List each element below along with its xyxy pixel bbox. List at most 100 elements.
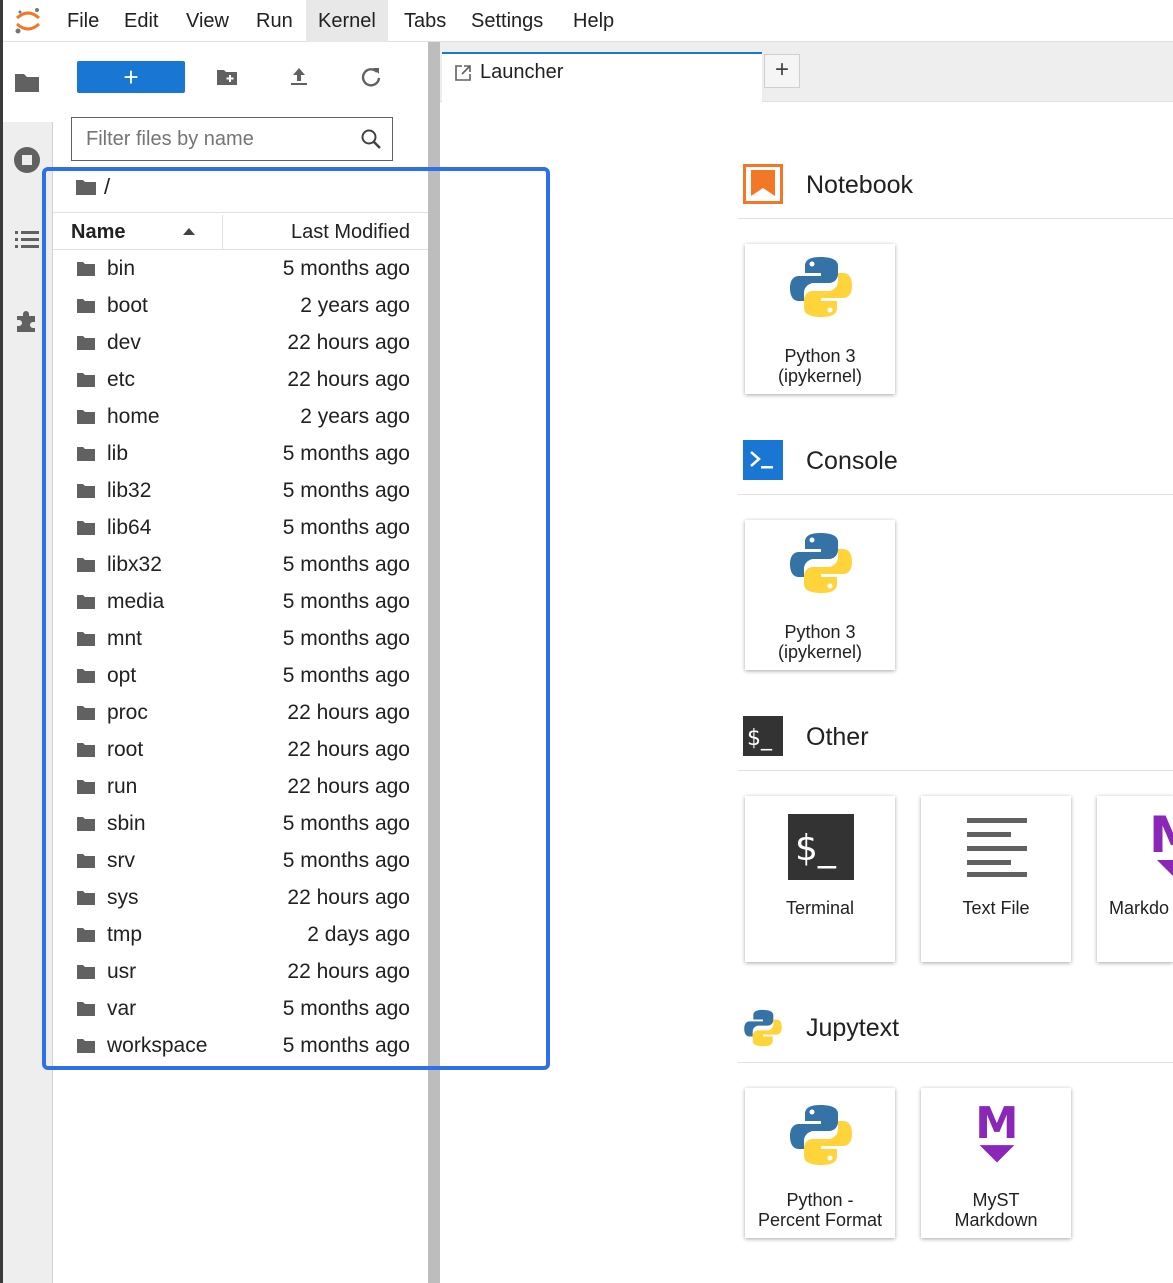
- file-row[interactable]: run 22 hours ago: [53, 768, 428, 805]
- file-last-modified: 5 months ago: [282, 479, 410, 502]
- column-divider[interactable]: [222, 215, 223, 249]
- menu-file[interactable]: File: [55, 0, 111, 42]
- file-name: lib32: [107, 479, 152, 502]
- card-label: Python 3 (ipykernel): [777, 346, 863, 386]
- file-name: root: [107, 738, 144, 761]
- file-row[interactable]: root 22 hours ago: [53, 731, 428, 768]
- file-name: mnt: [107, 627, 143, 650]
- file-row[interactable]: usr 22 hours ago: [53, 953, 428, 990]
- extension-manager-icon[interactable]: [13, 306, 41, 334]
- new-folder-icon[interactable]: [215, 65, 239, 89]
- file-row[interactable]: mnt 5 months ago: [53, 620, 428, 657]
- folder-icon: [77, 965, 95, 979]
- file-last-modified: 2 years ago: [300, 294, 410, 317]
- file-row[interactable]: srv 5 months ago: [53, 842, 428, 879]
- file-row[interactable]: dev 22 hours ago: [53, 324, 428, 361]
- file-last-modified: 5 months ago: [282, 553, 410, 576]
- file-row[interactable]: sys 22 hours ago: [53, 879, 428, 916]
- folder-icon: [77, 262, 95, 276]
- refresh-icon[interactable]: [359, 65, 383, 89]
- file-list: bin 5 months ago boot 2 years ago dev 22 hour…: [53, 250, 428, 1064]
- file-name: var: [107, 997, 137, 1020]
- file-row[interactable]: home 2 years ago: [53, 398, 428, 435]
- add-tab-button[interactable]: +: [764, 54, 800, 88]
- file-name: usr: [107, 960, 137, 983]
- console-python3-card[interactable]: Python 3 (ipykernel): [745, 520, 895, 670]
- file-name: workspace: [107, 1034, 208, 1057]
- panel-splitter[interactable]: [428, 42, 440, 1283]
- file-row[interactable]: lib32 5 months ago: [53, 472, 428, 509]
- search-icon: [361, 129, 381, 149]
- table-of-contents-icon[interactable]: [13, 226, 41, 254]
- file-row[interactable]: sbin 5 months ago: [53, 805, 428, 842]
- upload-icon[interactable]: [287, 65, 311, 89]
- file-last-modified: 22 hours ago: [287, 960, 410, 983]
- file-row[interactable]: opt 5 months ago: [53, 657, 428, 694]
- myst-markdown-card[interactable]: M MyST Markdown: [921, 1088, 1071, 1238]
- file-name: sbin: [107, 812, 146, 835]
- menu-edit[interactable]: Edit: [112, 0, 170, 42]
- running-sessions-icon[interactable]: [13, 146, 41, 174]
- section-divider: [738, 770, 1173, 771]
- file-row[interactable]: lib 5 months ago: [53, 435, 428, 472]
- file-row[interactable]: boot 2 years ago: [53, 287, 428, 324]
- jupytext-section-icon: [744, 1009, 782, 1047]
- console-section-icon: [743, 440, 783, 480]
- new-launcher-button[interactable]: +: [77, 61, 185, 93]
- file-last-modified: 5 months ago: [282, 516, 410, 539]
- text-file-card[interactable]: Text File: [921, 796, 1071, 962]
- breadcrumb-root[interactable]: /: [104, 172, 110, 202]
- file-last-modified: 5 months ago: [282, 1034, 410, 1057]
- markdown-icon: M: [1149, 808, 1173, 876]
- activity-bar: [3, 42, 53, 1283]
- file-last-modified: 22 hours ago: [287, 368, 410, 391]
- folder-icon: [77, 447, 95, 461]
- filter-files-input[interactable]: [86, 126, 356, 152]
- python-percent-format-card[interactable]: Python - Percent Format: [745, 1088, 895, 1238]
- folder-icon[interactable]: [75, 179, 97, 196]
- folder-icon: [77, 1039, 95, 1053]
- menu-settings[interactable]: Settings: [459, 0, 555, 42]
- file-row[interactable]: proc 22 hours ago: [53, 694, 428, 731]
- column-header-name[interactable]: Name: [71, 213, 125, 251]
- menu-kernel[interactable]: Kernel: [306, 0, 388, 42]
- file-name: sys: [107, 886, 139, 909]
- filter-box: [71, 117, 393, 161]
- file-row[interactable]: libx32 5 months ago: [53, 546, 428, 583]
- card-label: Python - Percent Format: [757, 1190, 883, 1230]
- folder-icon[interactable]: [13, 68, 41, 96]
- python-logo-icon: [790, 533, 852, 593]
- file-last-modified: 22 hours ago: [287, 775, 410, 798]
- file-name: srv: [107, 849, 135, 872]
- menu-tabs[interactable]: Tabs: [392, 0, 458, 42]
- file-row[interactable]: workspace 5 months ago: [53, 1027, 428, 1064]
- file-row[interactable]: media 5 months ago: [53, 583, 428, 620]
- notebook-section-icon: [743, 164, 783, 204]
- file-row[interactable]: tmp 2 days ago: [53, 916, 428, 953]
- tab-launcher[interactable]: Launcher: [442, 52, 762, 102]
- folder-icon: [77, 410, 95, 424]
- markdown-card[interactable]: M Markdo: [1097, 796, 1173, 962]
- menu-run[interactable]: Run: [244, 0, 305, 42]
- file-last-modified: 5 months ago: [282, 849, 410, 872]
- tab-bar: Launcher +: [440, 42, 1173, 102]
- file-row[interactable]: var 5 months ago: [53, 990, 428, 1027]
- menu-view[interactable]: View: [174, 0, 241, 42]
- file-last-modified: 5 months ago: [282, 442, 410, 465]
- sort-ascending-icon: [183, 228, 195, 235]
- jupytext-section-title: Jupytext: [806, 1014, 900, 1042]
- file-list-header: Name Last Modified: [53, 212, 428, 250]
- file-row[interactable]: lib64 5 months ago: [53, 509, 428, 546]
- file-row[interactable]: bin 5 months ago: [53, 250, 428, 287]
- folder-icon: [77, 484, 95, 498]
- menu-help[interactable]: Help: [561, 0, 626, 42]
- column-header-last-modified[interactable]: Last Modified: [291, 213, 410, 251]
- console-section-title: Console: [806, 447, 898, 475]
- notebook-python3-card[interactable]: Python 3 (ipykernel): [745, 244, 895, 394]
- terminal-card[interactable]: $_ Terminal: [745, 796, 895, 962]
- file-last-modified: 5 months ago: [282, 997, 410, 1020]
- file-row[interactable]: etc 22 hours ago: [53, 361, 428, 398]
- file-name: media: [107, 590, 165, 613]
- jupyter-logo-icon[interactable]: [13, 6, 43, 36]
- folder-icon: [77, 891, 95, 905]
